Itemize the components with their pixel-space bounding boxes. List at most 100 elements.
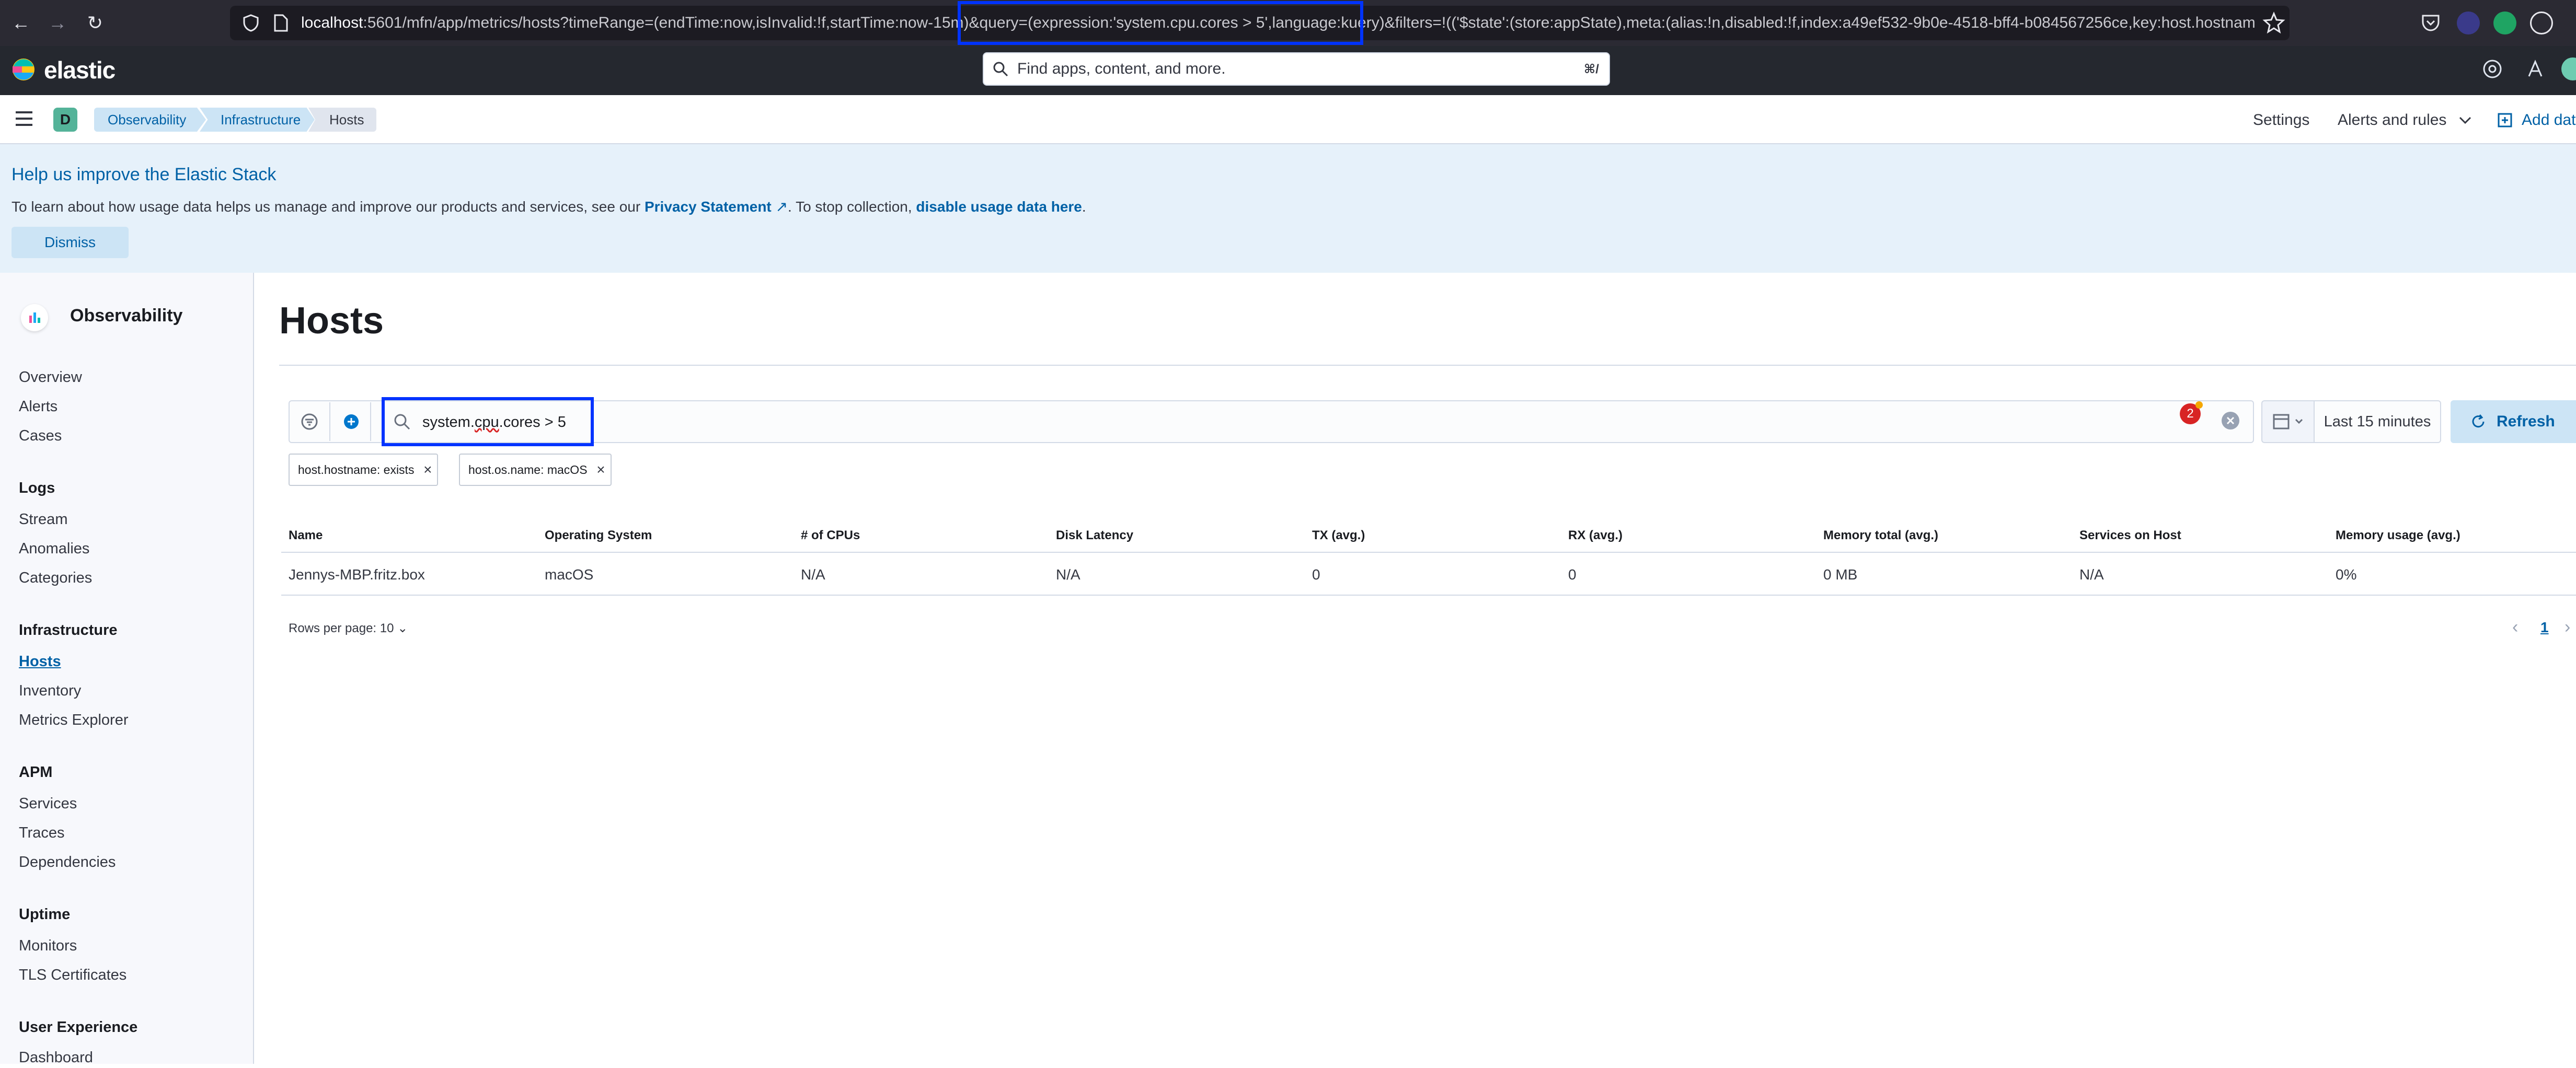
nav-heading-apm: APM	[19, 764, 53, 781]
column-header-name[interactable]: Name	[289, 527, 323, 544]
filter-icon	[301, 413, 318, 430]
dismiss-button[interactable]: Dismiss	[12, 227, 129, 258]
date-range-display[interactable]: Last 15 minutes	[2314, 400, 2441, 443]
query-text-misspelled: cpu	[474, 414, 499, 431]
nav-dependencies[interactable]: Dependencies	[19, 852, 116, 873]
nav-hosts[interactable]: Hosts	[19, 651, 61, 672]
table-cell-rx: 0	[1568, 566, 1577, 583]
space-avatar[interactable]: D	[53, 108, 77, 132]
banner-text: To learn about how usage data helps us m…	[12, 196, 1086, 217]
rows-per-page-label: Rows per page: 10	[289, 621, 394, 635]
table-cell-disk-latency: N/A	[1056, 566, 1080, 583]
column-header-disk-latency[interactable]: Disk Latency	[1056, 527, 1133, 544]
url-query-highlight	[958, 1, 1363, 45]
pocket-icon[interactable]	[2420, 13, 2441, 33]
plus-circle-icon	[344, 414, 359, 429]
breadcrumb-infrastructure[interactable]: Infrastructure	[200, 108, 315, 132]
column-header-rx[interactable]: RX (avg.)	[1568, 527, 1623, 544]
grammarly-icon[interactable]	[2493, 11, 2516, 34]
nav-categories[interactable]: Categories	[19, 567, 92, 588]
global-search-placeholder: Find apps, content, and more.	[1017, 60, 1226, 77]
column-header-cpus[interactable]: # of CPUs	[801, 527, 860, 544]
remove-filter-icon[interactable]: ×	[596, 455, 605, 485]
star-icon[interactable]	[2262, 11, 2285, 34]
page-title: Hosts	[279, 300, 384, 342]
forward-icon[interactable]: →	[44, 9, 71, 37]
logo-text[interactable]: elastic	[44, 54, 116, 86]
nav-stream[interactable]: Stream	[19, 509, 67, 530]
breadcrumb-observability[interactable]: Observability	[94, 108, 206, 132]
query-text[interactable]: system.cpu.cores > 5	[422, 412, 566, 433]
next-page-icon[interactable]: ›	[2564, 617, 2570, 637]
nav-anomalies[interactable]: Anomalies	[19, 538, 89, 559]
nav-alerts[interactable]: Alerts	[19, 396, 58, 417]
column-header-memory-usage[interactable]: Memory usage (avg.)	[2336, 527, 2460, 544]
nav-heading-logs: Logs	[19, 480, 55, 496]
table-cell-services: N/A	[2079, 566, 2104, 583]
page-icon	[274, 14, 288, 32]
column-header-memory-total[interactable]: Memory total (avg.)	[1823, 527, 1938, 544]
nav-services[interactable]: Services	[19, 793, 77, 814]
add-data-icon	[2498, 113, 2512, 127]
remove-filter-icon[interactable]: ×	[423, 455, 432, 485]
breadcrumb-bar	[0, 95, 2576, 144]
disable-usage-data-link[interactable]: disable usage data here	[916, 199, 1082, 215]
add-filter-button[interactable]	[331, 402, 371, 441]
breadcrumb-hosts: Hosts	[308, 108, 376, 132]
menu-icon[interactable]	[14, 110, 34, 127]
table-cell-os: macOS	[545, 566, 594, 583]
filter-pill-hostname[interactable]: host.hostname: exists ×	[289, 454, 439, 486]
date-quick-select-button[interactable]	[2261, 400, 2314, 443]
side-nav-title: Observability	[70, 306, 183, 326]
calendar-icon	[2273, 414, 2303, 429]
add-data-link[interactable]: Add dat	[2522, 110, 2575, 131]
filter-pill-os[interactable]: host.os.name: macOS ×	[459, 454, 612, 486]
react-devtools-icon[interactable]	[2530, 11, 2553, 34]
nav-monitors[interactable]: Monitors	[19, 935, 77, 956]
page-number-button[interactable]: 1	[2540, 619, 2549, 636]
nav-inventory[interactable]: Inventory	[19, 680, 81, 701]
table-cell-memory-total: 0 MB	[1823, 566, 1858, 583]
reload-icon[interactable]: ↻	[82, 9, 109, 37]
column-header-services[interactable]: Services on Host	[2079, 527, 2181, 544]
column-header-os[interactable]: Operating System	[545, 527, 652, 544]
filter-menu-button[interactable]	[291, 402, 330, 441]
extension-icon[interactable]	[2457, 11, 2480, 34]
clear-icon[interactable]	[2222, 412, 2239, 429]
previous-page-icon[interactable]: ‹	[2512, 617, 2518, 637]
table-cell-cpus: N/A	[801, 566, 825, 583]
settings-link[interactable]: Settings	[2253, 110, 2309, 131]
privacy-statement-link[interactable]: Privacy Statement	[645, 199, 772, 215]
refresh-icon	[2472, 414, 2485, 428]
nav-dashboard[interactable]: Dashboard	[19, 1047, 93, 1068]
search-icon	[394, 414, 410, 430]
nav-metrics-explorer[interactable]: Metrics Explorer	[19, 710, 129, 730]
query-text-part: .cores > 5	[499, 414, 566, 431]
query-text-part: system.	[422, 414, 475, 431]
alerts-and-rules-menu[interactable]: Alerts and rules	[2338, 110, 2446, 131]
shield-icon	[243, 14, 259, 32]
table-row-divider	[281, 595, 2576, 596]
back-icon[interactable]: ←	[7, 9, 34, 37]
refresh-button[interactable]: Refresh	[2451, 400, 2576, 443]
nav-overview[interactable]: Overview	[19, 367, 82, 388]
nav-traces[interactable]: Traces	[19, 822, 65, 843]
banner-title: Help us improve the Elastic Stack	[12, 165, 277, 184]
title-divider	[279, 365, 2576, 366]
table-cell-name[interactable]: Jennys-MBP.fritz.box	[289, 564, 425, 585]
nav-tls-certificates[interactable]: TLS Certificates	[19, 965, 126, 985]
observability-logo-icon	[21, 304, 48, 331]
elastic-logo-icon[interactable]	[12, 57, 36, 82]
table-header-divider	[281, 552, 2576, 553]
search-shortcut-hint: ⌘/	[1584, 62, 1599, 76]
search-icon	[993, 62, 1008, 77]
newsfeed-icon[interactable]	[2525, 59, 2546, 79]
help-icon[interactable]	[2482, 59, 2503, 79]
rows-per-page-select[interactable]: Rows per page: 10 ⌄	[289, 620, 408, 637]
banner-text-after: .	[1082, 199, 1086, 215]
nav-cases[interactable]: Cases	[19, 425, 62, 446]
warning-dot-icon	[2195, 401, 2203, 409]
chevron-down-icon: ⌄	[394, 621, 408, 635]
url-host: localhost	[301, 14, 363, 31]
column-header-tx[interactable]: TX (avg.)	[1312, 527, 1365, 544]
